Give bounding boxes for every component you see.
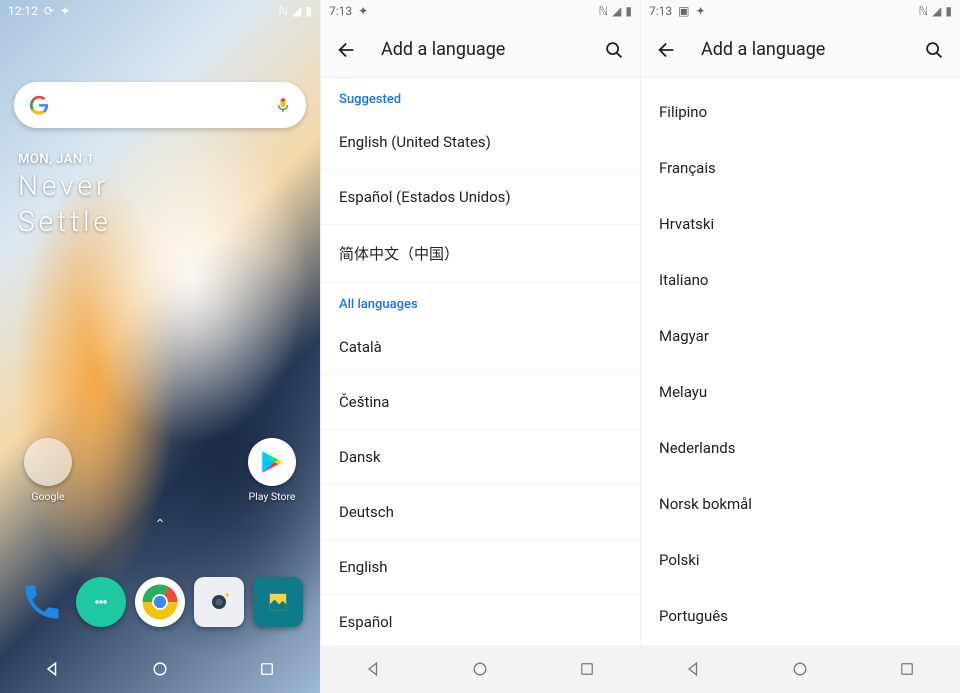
- status-time: 7:13: [649, 4, 672, 18]
- lang-item[interactable]: Magyar: [641, 308, 960, 364]
- nav-bar: [641, 645, 960, 693]
- battery-icon: ▮: [625, 4, 632, 18]
- lang-item[interactable]: Italiano: [641, 252, 960, 308]
- lang-item[interactable]: Deutsch: [321, 485, 640, 540]
- back-button[interactable]: [651, 34, 683, 66]
- status-bar: 12:12 ⟳ ✦ ℕ ◢ ▮: [0, 0, 320, 22]
- nav-home[interactable]: [789, 658, 811, 680]
- signal-icon: ◢: [292, 4, 301, 18]
- search-input[interactable]: [62, 96, 274, 114]
- date-widget[interactable]: MON, JAN 1 Never Settle: [18, 152, 302, 238]
- status-bar: 7:13 ✦ ℕ ◢ ▮: [321, 0, 640, 22]
- status-time: 7:13: [329, 4, 352, 18]
- app-label: Play Store: [249, 490, 296, 503]
- nav-recents[interactable]: [256, 658, 278, 680]
- lang-item[interactable]: Nederlands: [641, 420, 960, 476]
- lang-item[interactable]: Español: [321, 595, 640, 650]
- gallery-app[interactable]: [253, 577, 303, 627]
- app-drawer-handle[interactable]: ⌃: [154, 517, 166, 533]
- page-title: Add a language: [701, 39, 900, 60]
- phone-app[interactable]: [17, 577, 67, 627]
- chrome-app[interactable]: [135, 577, 185, 627]
- search-button[interactable]: [598, 34, 630, 66]
- nfc-icon: ℕ: [599, 4, 609, 18]
- slogan-line1: Never: [18, 169, 302, 203]
- lang-item[interactable]: Français: [641, 140, 960, 196]
- status-time: 12:12: [8, 4, 38, 18]
- section-all: All languages: [321, 283, 640, 320]
- nav-back[interactable]: [42, 658, 64, 680]
- nav-recents[interactable]: [896, 658, 918, 680]
- lang-item[interactable]: Melayu: [641, 364, 960, 420]
- play-store-icon: [248, 438, 296, 486]
- lang-item[interactable]: Español (Estados Unidos): [321, 170, 640, 225]
- screenshot-icon: ▣: [678, 4, 689, 18]
- lang-item[interactable]: Hrvatski: [641, 196, 960, 252]
- nav-bar: [0, 645, 320, 693]
- lang-item[interactable]: Polski: [641, 532, 960, 588]
- lang-item[interactable]: English (United States): [321, 115, 640, 170]
- home-screen-panel: 12:12 ⟳ ✦ ℕ ◢ ▮ MON, JAN 1 Never Settle …: [0, 0, 320, 693]
- play-store-app[interactable]: Play Store: [242, 438, 302, 503]
- nav-back[interactable]: [363, 658, 385, 680]
- camera-app[interactable]: [194, 577, 244, 627]
- home-apps-row: Google Play Store: [0, 438, 320, 503]
- language-list[interactable]: Suggested English (United States) Españo…: [321, 78, 640, 650]
- dock: [0, 577, 320, 645]
- language-list[interactable]: Filipino Français Hrvatski Italiano Magy…: [641, 78, 960, 644]
- nfc-icon: ℕ: [279, 4, 289, 18]
- signal-icon: ◢: [612, 4, 621, 18]
- app-bar: Add a language: [321, 22, 640, 78]
- lang-item[interactable]: 简体中文（中国）: [321, 225, 640, 283]
- lang-item[interactable]: Català: [321, 320, 640, 375]
- date-text: MON, JAN 1: [18, 152, 302, 167]
- lang-item[interactable]: Čeština: [321, 375, 640, 430]
- location-icon: ✦: [695, 4, 705, 18]
- nav-home[interactable]: [149, 658, 171, 680]
- location-icon: ✦: [358, 4, 368, 18]
- back-button[interactable]: [331, 34, 363, 66]
- signal-icon: ◢: [932, 4, 941, 18]
- search-button[interactable]: [918, 34, 950, 66]
- google-search-bar[interactable]: [14, 82, 306, 128]
- lang-item[interactable]: English: [321, 540, 640, 595]
- nav-recents[interactable]: [576, 658, 598, 680]
- app-bar: Add a language: [641, 22, 960, 78]
- folder-icon: [24, 438, 72, 486]
- lang-item[interactable]: Filipino: [641, 84, 960, 140]
- mic-icon[interactable]: [274, 96, 292, 114]
- nav-home[interactable]: [469, 658, 491, 680]
- battery-icon: ▮: [305, 4, 312, 18]
- lang-item[interactable]: Português: [641, 588, 960, 644]
- nav-back[interactable]: [683, 658, 705, 680]
- google-folder[interactable]: Google: [18, 438, 78, 503]
- slogan-line2: Settle: [18, 205, 302, 239]
- status-bar: 7:13 ▣ ✦ ℕ ◢ ▮: [641, 0, 960, 22]
- app-label: Google: [31, 490, 64, 503]
- messages-app[interactable]: [76, 577, 126, 627]
- section-suggested: Suggested: [321, 78, 640, 115]
- location-icon: ✦: [60, 4, 70, 18]
- lang-item[interactable]: Dansk: [321, 430, 640, 485]
- add-language-panel-2: 7:13 ▣ ✦ ℕ ◢ ▮ Add a language Filipino F…: [640, 0, 960, 693]
- page-title: Add a language: [381, 39, 580, 60]
- nav-bar: [321, 645, 640, 693]
- nfc-icon: ℕ: [919, 4, 929, 18]
- add-language-panel-1: 7:13 ✦ ℕ ◢ ▮ Add a language Suggested En…: [320, 0, 640, 693]
- google-g-icon: [28, 94, 50, 116]
- battery-icon: ▮: [945, 4, 952, 18]
- lang-item[interactable]: Norsk bokmål: [641, 476, 960, 532]
- rotate-icon: ⟳: [44, 4, 54, 18]
